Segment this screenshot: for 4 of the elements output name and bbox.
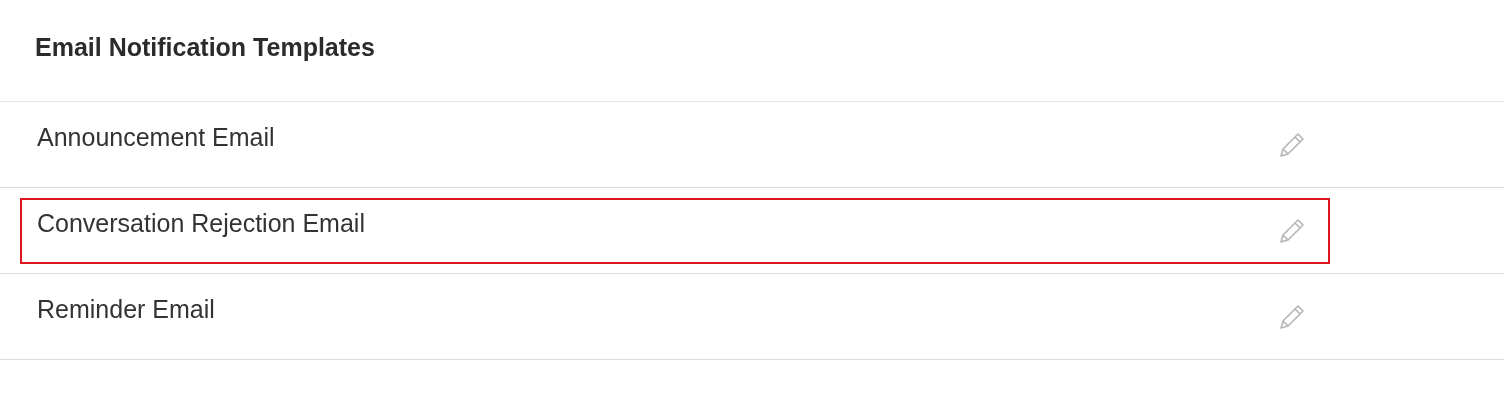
section-title: Email Notification Templates (35, 31, 375, 63)
template-name: Reminder Email (37, 293, 215, 325)
template-name: Announcement Email (37, 121, 275, 153)
template-name: Conversation Rejection Email (37, 207, 365, 239)
